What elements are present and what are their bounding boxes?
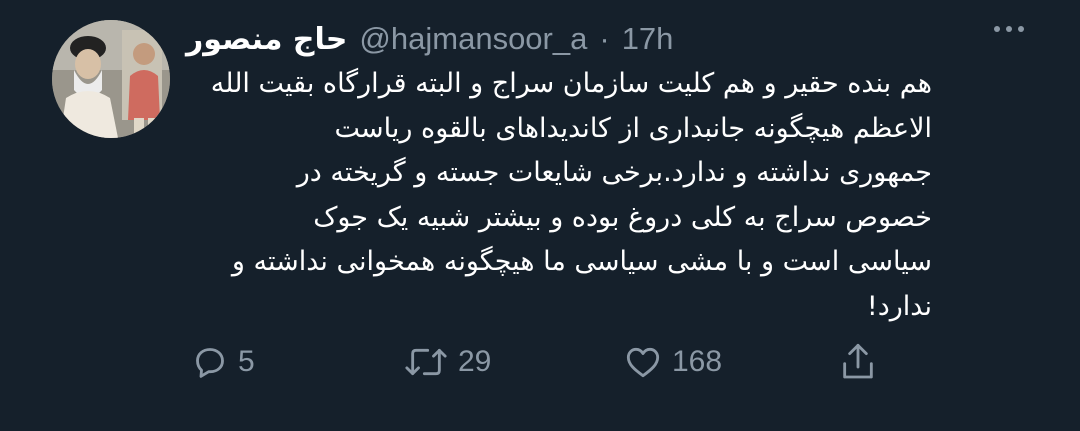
tweet-text-line: الاعظم هیچگونه جانبداری از کاندیداهای با… bbox=[334, 112, 932, 144]
retweet-icon bbox=[405, 348, 447, 376]
more-dot bbox=[1018, 26, 1024, 32]
tweet-text-line: ندارد! bbox=[866, 290, 932, 322]
tweet-text: هم بنده حقیر و هم کلیت سازمان سراج و الب… bbox=[180, 62, 932, 329]
retweet-button[interactable]: 29 bbox=[402, 338, 491, 386]
retweet-count: 29 bbox=[458, 345, 492, 378]
tweet-actions: 5 29 168 bbox=[0, 338, 1080, 386]
heart-icon bbox=[626, 347, 660, 378]
more-dot bbox=[1006, 26, 1012, 32]
more-options-icon[interactable] bbox=[994, 26, 1024, 32]
share-icon bbox=[843, 343, 873, 379]
tweet-text-line: هم بنده حقیر و هم کلیت سازمان سراج و الب… bbox=[210, 68, 932, 99]
reply-count: 5 bbox=[238, 345, 255, 378]
author-handle[interactable]: @hajmansoor_a bbox=[359, 21, 587, 57]
tweet-text-line: جمهوری نداشته و ندارد.برخی شایعات جسته و… bbox=[296, 157, 932, 188]
tweet-timestamp[interactable]: 17h bbox=[622, 21, 674, 57]
tweet-text-line: سیاسی است و با مشی سیاسی ما هیچگونه همخو… bbox=[231, 246, 932, 277]
author-display-name[interactable]: حاج منصور bbox=[186, 22, 347, 57]
reply-icon bbox=[196, 348, 224, 378]
more-dot bbox=[994, 26, 1000, 32]
like-button[interactable]: 168 bbox=[622, 338, 722, 386]
share-button[interactable] bbox=[838, 338, 878, 386]
header-separator: · bbox=[599, 21, 610, 56]
tweet-header: حاج منصور @hajmansoor_a · 17h bbox=[186, 14, 673, 64]
avatar[interactable] bbox=[52, 20, 170, 138]
tweet-text-line: خصوص سراج به کلی دروغ بوده و بیشتر شبیه … bbox=[313, 201, 932, 233]
tweet: حاج منصور @hajmansoor_a · 17h هم بنده حق… bbox=[0, 0, 1080, 431]
like-count: 168 bbox=[672, 345, 723, 378]
reply-button[interactable]: 5 bbox=[190, 338, 255, 386]
